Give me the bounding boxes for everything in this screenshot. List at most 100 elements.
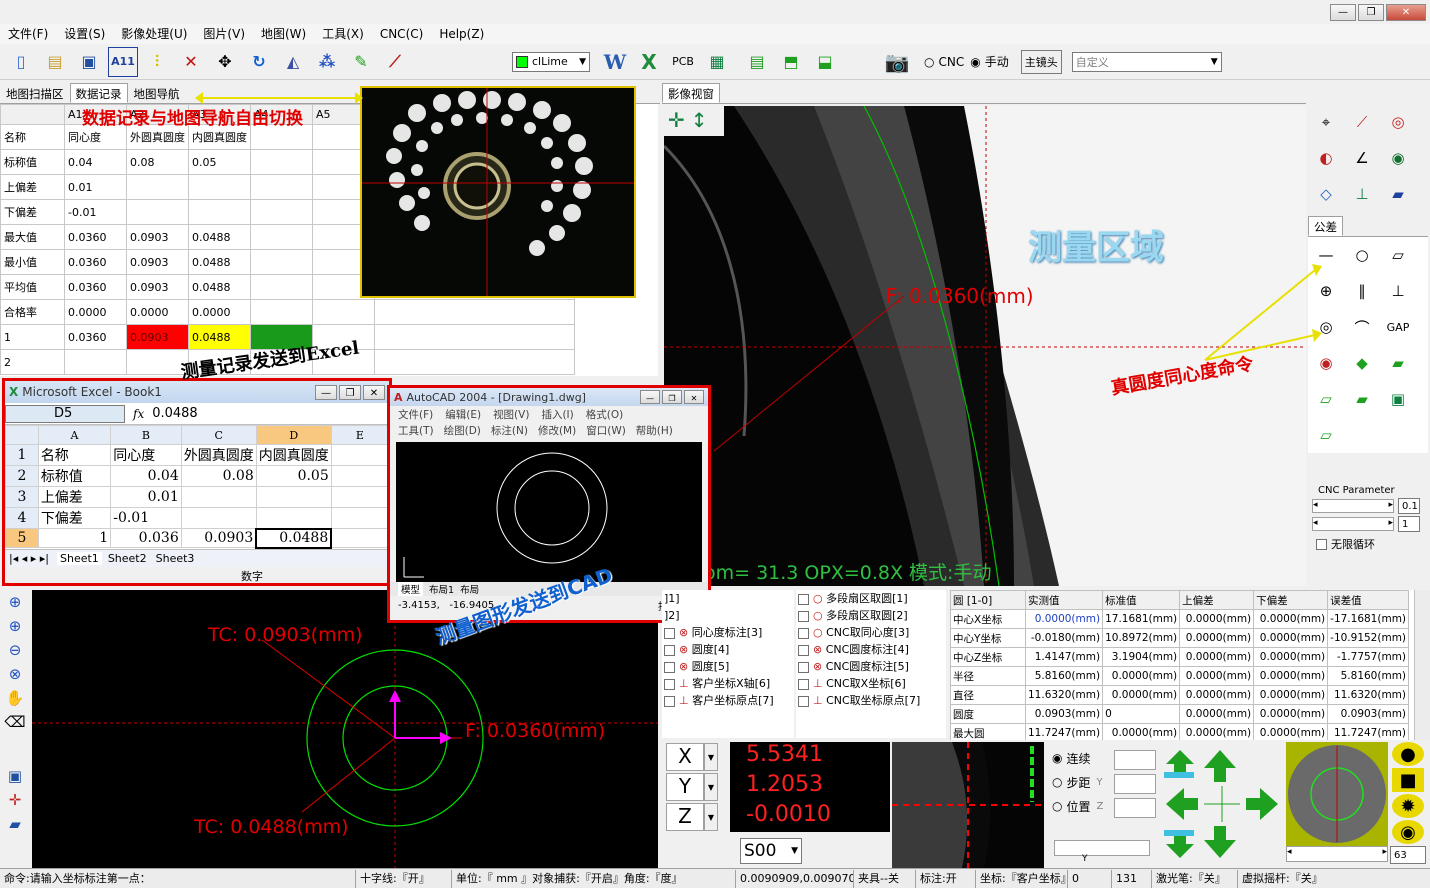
- sheet-tab[interactable]: Sheet3: [153, 552, 198, 565]
- grid-cell[interactable]: 0.0360: [64, 249, 127, 275]
- check-item[interactable]: ○ 多段扇区取圆[1]: [798, 590, 946, 607]
- cad-tab[interactable]: 布局1: [429, 582, 454, 596]
- graphic-view[interactable]: TC: 0.0903(mm) TC: 0.0488(mm) F: 0.0360(…: [32, 590, 658, 868]
- excel-cell[interactable]: [330, 444, 390, 466]
- excel-cell[interactable]: 上偏差: [37, 486, 112, 508]
- excel-cell[interactable]: [255, 486, 332, 508]
- live-zoom-view[interactable]: [892, 742, 1044, 868]
- new-file-icon[interactable]: ▯: [6, 47, 36, 77]
- light-bottom-icon[interactable]: ◉: [1392, 820, 1424, 844]
- menu-tools[interactable]: 工具(X): [314, 24, 372, 44]
- z-axis-dropdown[interactable]: ▼: [704, 803, 718, 831]
- check-item[interactable]: ]2]: [664, 607, 794, 624]
- light-coax-icon[interactable]: ■: [1392, 768, 1424, 792]
- align-icon[interactable]: ⫶: [142, 47, 172, 77]
- minimize-button[interactable]: —: [1330, 4, 1356, 21]
- y-axis-dropdown[interactable]: ▼: [704, 773, 718, 801]
- cad-icon[interactable]: ▦: [702, 47, 732, 77]
- check-item[interactable]: ⊗ 圆度[5]: [664, 658, 794, 675]
- excel-cell[interactable]: 0.0903: [180, 528, 257, 548]
- excel-cell[interactable]: 外圆真圆度: [180, 444, 257, 466]
- excel-cell[interactable]: [330, 465, 390, 487]
- open-file-icon[interactable]: ▤: [40, 47, 70, 77]
- a11-icon[interactable]: A11: [108, 46, 138, 77]
- autocad-minimize-button[interactable]: —: [640, 390, 660, 404]
- excel-cell[interactable]: [180, 507, 257, 529]
- mirror-icon[interactable]: ◭: [278, 47, 308, 77]
- grid-cell[interactable]: 2: [0, 349, 65, 375]
- line-measure-icon[interactable]: ⟋: [1344, 104, 1380, 140]
- point-tool-icon[interactable]: ⌖: [1308, 104, 1344, 140]
- origin-icon[interactable]: ✛: [0, 788, 30, 812]
- check-item[interactable]: ⊗ CNC圆度标注[5]: [798, 658, 946, 675]
- roundness-icon[interactable]: ○: [1344, 237, 1380, 273]
- tab-map-scan[interactable]: 地图扫描区: [0, 83, 70, 103]
- axis-icon[interactable]: ⊥: [1344, 176, 1380, 212]
- check-item[interactable]: ⊥ CNC取坐标原点[7]: [798, 692, 946, 709]
- cnc-param-slider1[interactable]: ◂ ▸: [1312, 499, 1394, 513]
- cnc-param-value2[interactable]: 1: [1398, 516, 1420, 532]
- grid-cell[interactable]: [250, 149, 313, 175]
- sheet-tab[interactable]: Sheet2: [105, 552, 150, 565]
- main-lens-button[interactable]: 主镜头: [1020, 49, 1062, 74]
- eraser-icon[interactable]: ⌫: [0, 710, 30, 734]
- menu-file[interactable]: 文件(F): [0, 24, 56, 44]
- delete-icon[interactable]: ✕: [176, 47, 206, 77]
- grid-cell[interactable]: 0.08: [126, 149, 189, 175]
- cad-tab[interactable]: 模型: [398, 582, 424, 596]
- cnc-radio[interactable]: ○: [924, 55, 934, 69]
- grid-cell[interactable]: 0.05: [188, 149, 251, 175]
- check-item[interactable]: ○ CNC取同心度[3]: [798, 624, 946, 641]
- manual-radio[interactable]: ◉: [970, 55, 980, 69]
- grid-icon[interactable]: ▤: [742, 47, 772, 77]
- perpendicular-icon[interactable]: ⊥: [1380, 273, 1416, 309]
- layer-c-icon[interactable]: ▣: [1380, 381, 1416, 417]
- grid-cell[interactable]: 0.0488: [188, 224, 251, 250]
- parallel-icon[interactable]: ∥: [1344, 273, 1380, 309]
- grid-cell-warn[interactable]: 0.0488: [188, 324, 251, 350]
- excel-close-button[interactable]: ✕: [363, 384, 385, 400]
- excel-cell[interactable]: 标称值: [37, 465, 112, 487]
- grid-cell[interactable]: [188, 174, 251, 200]
- menu-picture[interactable]: 图片(V): [195, 24, 253, 44]
- excel-cell[interactable]: 0.036: [110, 528, 182, 548]
- excel-cell[interactable]: [255, 507, 332, 529]
- custom-select[interactable]: 自定义 ▼: [1071, 51, 1222, 72]
- excel-cell[interactable]: 内圆真圆度: [255, 444, 332, 466]
- grid-cell[interactable]: 0.0903: [126, 224, 189, 250]
- cad-menu-format[interactable]: 格式(O): [586, 407, 623, 422]
- tab-data-record[interactable]: 数据记录: [69, 82, 128, 103]
- cad-menu-file[interactable]: 文件(F): [398, 407, 433, 422]
- cad-menu-dim[interactable]: 标注(N): [491, 423, 528, 438]
- check-item[interactable]: ⊗ 圆度[4]: [664, 641, 794, 658]
- tab-map-nav[interactable]: 地图导航: [128, 83, 186, 103]
- grid-cell[interactable]: 0.0903: [126, 274, 189, 300]
- cad-tab[interactable]: 布局: [460, 582, 479, 596]
- layer-a-icon[interactable]: ▱: [1308, 381, 1344, 417]
- edit-icon[interactable]: ✎: [346, 47, 376, 77]
- excel-cell[interactable]: 同心度: [110, 444, 182, 466]
- crosshair-tool-icon[interactable]: ✛: [668, 108, 685, 132]
- grid-cell[interactable]: [374, 349, 575, 375]
- excel-name-box[interactable]: D5: [5, 404, 125, 423]
- menu-cnc[interactable]: CNC(C): [372, 24, 431, 44]
- grid-cell[interactable]: [250, 224, 313, 250]
- speed-slider[interactable]: [1054, 840, 1150, 856]
- cad-menu-window[interactable]: 窗口(W): [586, 423, 626, 438]
- excel-cell[interactable]: -0.01: [110, 507, 182, 529]
- excel-cell[interactable]: 0.08: [180, 465, 257, 487]
- grid-cell[interactable]: [64, 349, 127, 375]
- flatness-icon[interactable]: ▱: [1380, 237, 1416, 273]
- grid-cell[interactable]: 0.04: [64, 149, 127, 175]
- excel-icon[interactable]: X: [634, 47, 664, 77]
- excel-cell[interactable]: 名称: [37, 444, 112, 466]
- continuous-radio[interactable]: ◉: [1052, 751, 1062, 765]
- grid-cell[interactable]: 0.0000: [64, 299, 127, 325]
- tab-tolerance[interactable]: 公差: [1308, 216, 1343, 236]
- layer2-icon[interactable]: ⬓: [810, 47, 840, 77]
- grid-cell[interactable]: 0.0360: [64, 224, 127, 250]
- move-icon[interactable]: ✥: [210, 47, 240, 77]
- gap-icon[interactable]: GAP: [1380, 309, 1416, 345]
- x-axis-dropdown[interactable]: ▼: [704, 743, 718, 771]
- tab-image-view[interactable]: 影像视窗: [662, 82, 720, 103]
